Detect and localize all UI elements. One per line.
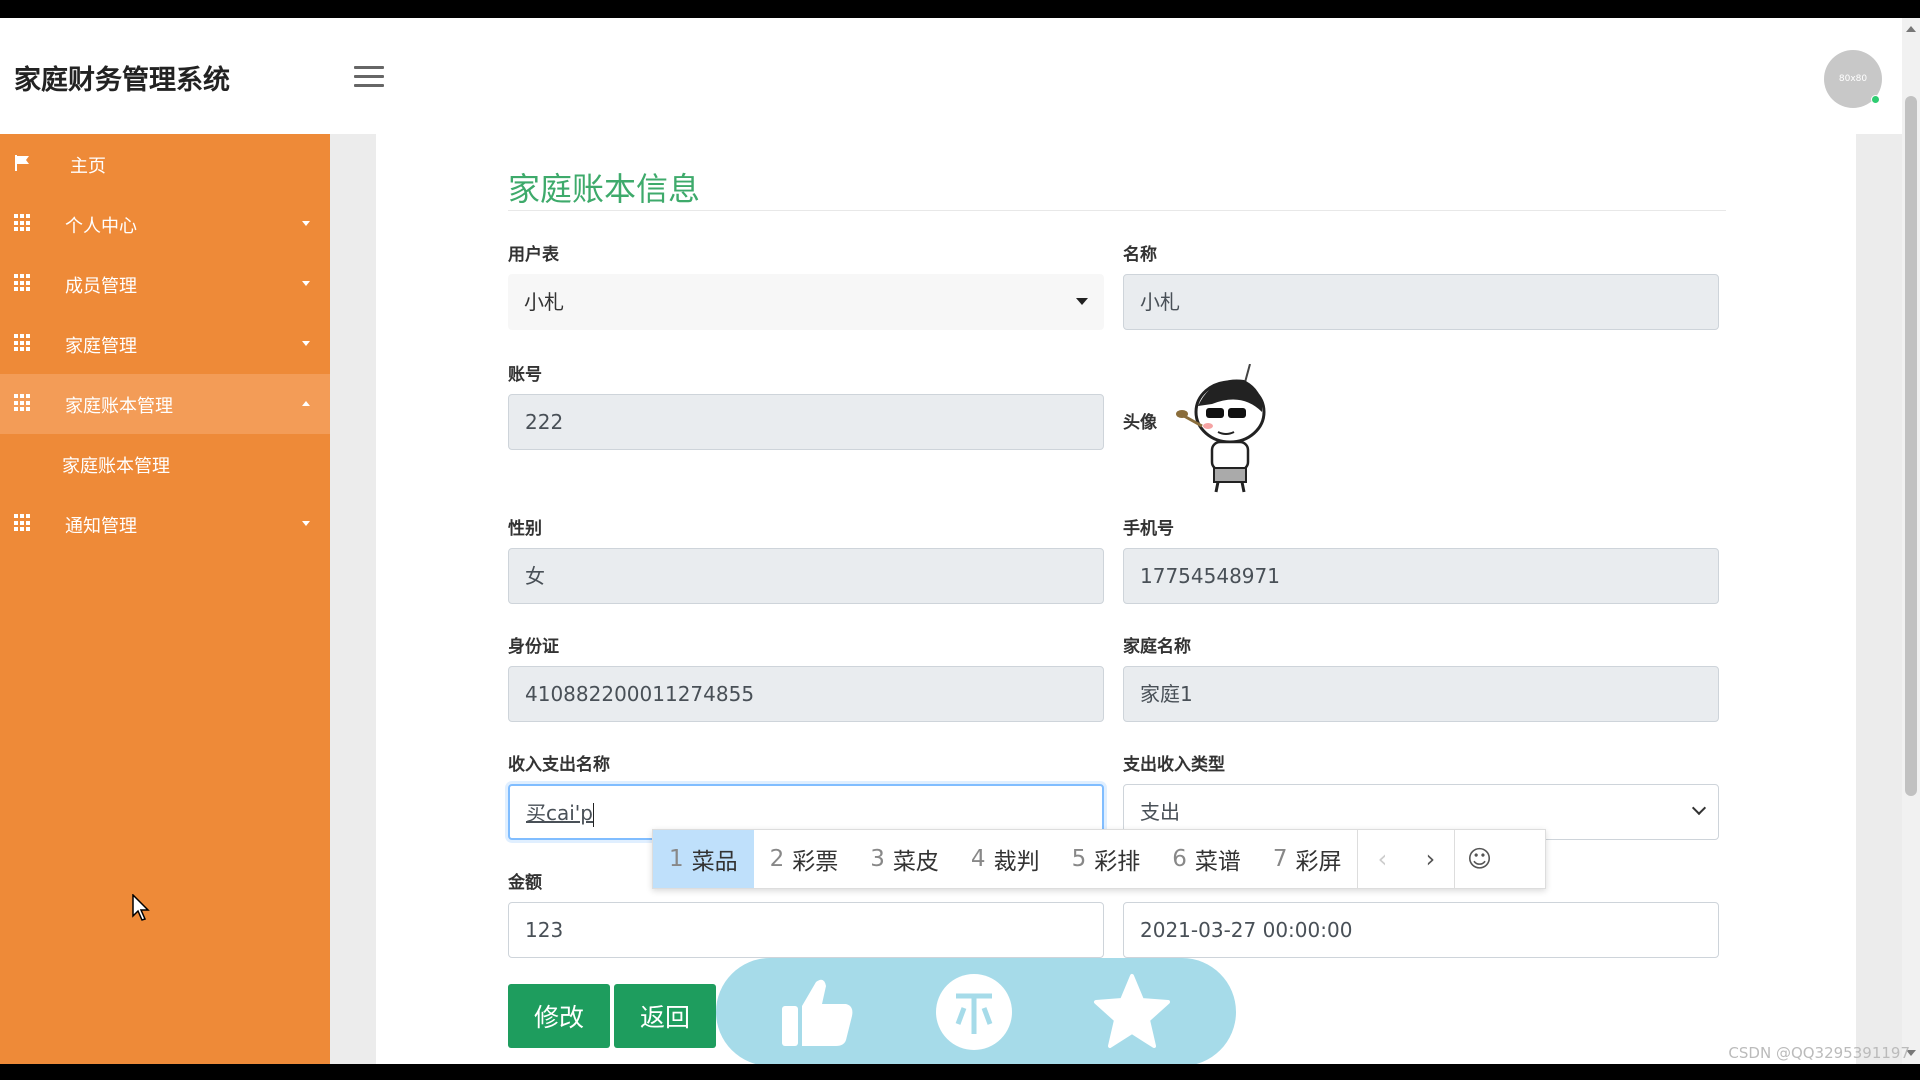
ime-candidate-2[interactable]: 2 彩票 [754,830,855,888]
sidebar: 主页 个人中心 成员管理 家庭管理 家庭账本管理 家庭账本管理 通知管理 [0,134,330,1064]
app-title: 家庭财务管理系统 [14,65,230,96]
ime-next-page-icon[interactable]: › [1406,830,1454,888]
grid-icon [14,514,32,532]
scroll-up-arrow-icon[interactable] [1906,26,1916,32]
sidebar-item-label: 主页 [70,156,106,177]
phone-field[interactable]: 17754548971 [1123,548,1719,604]
gender-field[interactable]: 女 [508,548,1104,604]
online-status-dot [1871,95,1880,104]
item-name-value: 买cai'p [526,801,594,825]
phone-label: 手机号 [1123,519,1174,539]
sidebar-item-personal-center[interactable]: 个人中心 [0,194,330,254]
account-label: 账号 [508,365,542,385]
sidebar-item-label: 个人中心 [65,216,137,237]
id-card-label: 身份证 [508,637,559,657]
ime-emoji-icon[interactable]: ☺ [1455,830,1503,888]
hamburger-icon [354,66,384,69]
watermark-text: CSDN @QQ3295391197 [1728,1044,1910,1062]
ime-prev-page-icon[interactable]: ‹ [1358,830,1406,888]
browser-viewport: 家庭财务管理系统 80x80 主页 个人中心 成员管理 家庭管理 家庭账本管理 … [0,18,1920,1064]
sidebar-item-label: 家庭账本管理 [65,396,173,417]
flag-icon [15,155,29,171]
main-content: 家庭账本信息 用户表 小札 名称 小札 账号 222 头像 性别 女 手机号 1… [376,134,1856,1064]
user-avatar[interactable]: 80x80 [1824,50,1882,108]
ime-candidate-popup: 1 菜品 2 彩票 3 菜皮 4 裁判 5 彩排 6 菜谱 7 彩屏 ‹ › ☺ [652,829,1546,889]
top-header: 家庭财务管理系统 80x80 [0,18,1902,134]
type-label: 支出收入类型 [1123,755,1225,775]
menu-toggle-button[interactable] [354,66,384,90]
family-name-field[interactable]: 家庭1 [1123,666,1719,722]
time-field[interactable]: 2021-03-27 00:00:00 [1123,902,1719,958]
grid-icon [14,274,32,292]
grid-icon [14,334,32,352]
scrollbar-thumb[interactable] [1905,96,1917,796]
chevron-down-icon [302,521,310,526]
ime-candidate-6[interactable]: 6 菜谱 [1156,830,1257,888]
sidebar-subitem-label: 家庭账本管理 [62,456,170,477]
user-table-label: 用户表 [508,245,559,265]
ledger-form-card: 家庭账本信息 用户表 小札 名称 小札 账号 222 头像 性别 女 手机号 1… [482,134,1752,1064]
sidebar-item-notice-management[interactable]: 通知管理 [0,494,330,554]
chevron-down-icon [1691,800,1707,816]
grid-icon [14,394,32,412]
user-table-select[interactable]: 小札 [508,274,1104,330]
sidebar-item-home[interactable]: 主页 [0,134,330,194]
type-value: 支出 [1140,800,1180,824]
grid-icon [14,214,32,232]
ime-candidate-5[interactable]: 5 彩排 [1056,830,1157,888]
chevron-down-icon [302,281,310,286]
sidebar-item-label: 成员管理 [65,276,137,297]
name-label: 名称 [1123,245,1157,265]
text-caret [593,802,595,827]
gender-label: 性别 [508,519,542,539]
title-divider [508,210,1726,211]
sidebar-subitem-ledger-management[interactable]: 家庭账本管理 [0,434,330,494]
name-field[interactable]: 小札 [1123,274,1719,330]
avatar-label: 头像 [1123,413,1157,433]
sidebar-item-ledger-management[interactable]: 家庭账本管理 [0,374,330,434]
account-field[interactable]: 222 [508,394,1104,450]
ime-candidate-1[interactable]: 1 菜品 [653,830,754,888]
edit-button[interactable]: 修改 [508,984,610,1048]
caret-down-icon [1076,298,1088,305]
item-name-label: 收入支出名称 [508,755,610,775]
chevron-up-icon [302,401,310,406]
chevron-down-icon [302,221,310,226]
thumbs-up-icon[interactable] [776,972,856,1052]
avatar-image [1176,364,1266,493]
sidebar-item-label: 家庭管理 [65,336,137,357]
amount-field[interactable]: 123 [508,902,1104,958]
back-button[interactable]: 返回 [614,984,716,1048]
page-title: 家庭账本信息 [508,170,701,208]
like-coin-favorite-bar [716,958,1236,1064]
mouse-cursor-icon [132,894,150,921]
user-table-value: 小札 [524,290,564,314]
star-favorite-icon[interactable] [1092,972,1172,1052]
sidebar-item-label: 通知管理 [65,516,137,537]
ime-candidate-3[interactable]: 3 菜皮 [854,830,955,888]
ime-candidate-7[interactable]: 7 彩屏 [1257,830,1358,888]
ime-candidate-4[interactable]: 4 裁判 [955,830,1056,888]
family-name-label: 家庭名称 [1123,637,1191,657]
amount-label: 金额 [508,873,542,893]
sidebar-item-family-management[interactable]: 家庭管理 [0,314,330,374]
coin-icon[interactable] [934,972,1014,1052]
chevron-down-icon [302,341,310,346]
sidebar-item-member-management[interactable]: 成员管理 [0,254,330,314]
avatar-placeholder-text: 80x80 [1838,74,1868,84]
page-scrollbar[interactable] [1902,18,1920,1064]
id-card-field[interactable]: 410882200011274855 [508,666,1104,722]
